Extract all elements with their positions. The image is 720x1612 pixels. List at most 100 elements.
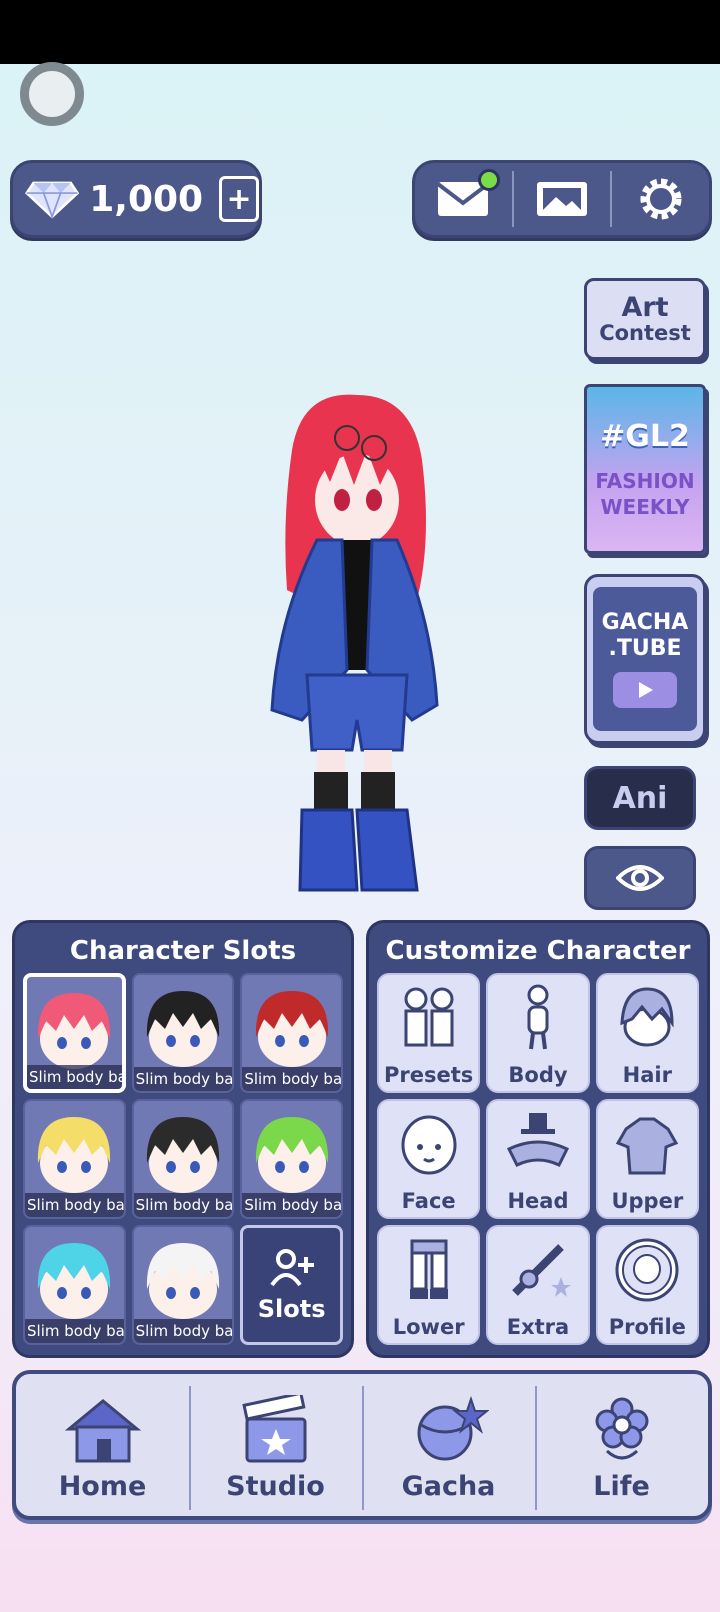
character-face-icon [38, 993, 111, 1069]
add-slots-label: Slots [257, 1295, 326, 1323]
character-slot[interactable]: Slim body bas [131, 1099, 235, 1219]
character-face-icon [255, 1117, 328, 1193]
video-add-icon[interactable]: + [219, 176, 259, 222]
slot-label: Slim body bas [242, 1067, 341, 1091]
lower-icon [409, 1239, 448, 1299]
icon-part [633, 1254, 662, 1284]
customize-title: Customize Character [385, 936, 691, 966]
status-bar [0, 0, 720, 64]
customize-extra[interactable]: Extra [486, 1225, 590, 1345]
nav-life[interactable]: Life [535, 1374, 708, 1516]
icon-part [416, 1144, 423, 1150]
character-slot[interactable]: Slim body bas [131, 1225, 235, 1345]
customize-grid: Presets Body Hair Face Head Upper Lower Extra Pr… [375, 973, 701, 1345]
nav-gacha-label: Gacha [401, 1471, 496, 1502]
character-slots-panel: Character Slots Slim body basSlim body b… [12, 920, 354, 1358]
character-face-icon [38, 1117, 111, 1193]
face-icon [401, 1115, 457, 1175]
icon-part [430, 1251, 448, 1291]
extra-icon [512, 1244, 571, 1297]
customize-head[interactable]: Head [486, 1099, 590, 1219]
character-preview[interactable] [262, 390, 452, 920]
head-icon [506, 1113, 570, 1167]
icon-part [527, 984, 549, 1006]
icon-part [520, 1129, 555, 1134]
customize-label: Lower [392, 1315, 465, 1339]
face-part [189, 1035, 200, 1047]
mail-button[interactable] [415, 163, 512, 235]
currency-amount: 1,000 [89, 178, 204, 220]
character-slot[interactable]: Slim body bas [240, 1099, 343, 1219]
gacha-tube-line2: .TUBE [608, 636, 682, 661]
face-part [165, 1287, 176, 1299]
customize-hair[interactable]: Hair [595, 973, 699, 1093]
screen-record-button[interactable] [20, 62, 84, 126]
nav-home[interactable]: Home [16, 1374, 189, 1516]
icon-part [528, 1032, 535, 1050]
customize-lower[interactable]: Lower [377, 1225, 481, 1345]
face-part [165, 1161, 176, 1173]
add-slots-button[interactable]: Slots [240, 1225, 343, 1345]
profile-icon [615, 1238, 679, 1302]
customize-presets[interactable]: Presets [377, 973, 481, 1093]
face-part [57, 1037, 68, 1049]
slot-label: Slim body bas [133, 1067, 233, 1091]
gacha-tube-screen: GACHA .TUBE [593, 587, 697, 731]
icon-part [506, 1140, 570, 1167]
icon-part [528, 1113, 547, 1129]
gl2-tag: #GL2 [600, 418, 690, 454]
customize-upper[interactable]: Upper [595, 1099, 699, 1219]
visibility-button[interactable] [584, 846, 696, 910]
customize-label: Face [401, 1189, 456, 1213]
icon-part [527, 1005, 549, 1035]
character-slot[interactable]: Slim body bas [23, 973, 126, 1093]
bottom-navigation: Home Studio Gacha Life [12, 1370, 712, 1520]
settings-button[interactable] [612, 163, 709, 235]
icon-part [616, 1117, 679, 1175]
icon-part [540, 1032, 547, 1050]
nav-gacha[interactable]: Gacha [362, 1374, 535, 1516]
nav-studio[interactable]: Studio [189, 1374, 362, 1516]
character-slots-title: Character Slots [69, 936, 297, 966]
gallery-icon [537, 182, 587, 216]
top-right-toolbar [412, 160, 712, 238]
character-slot[interactable]: Slim body bas [23, 1099, 126, 1219]
customize-body[interactable]: Body [486, 973, 590, 1093]
character-face-icon [146, 1243, 220, 1319]
character-slot[interactable]: Slim body bas [23, 1225, 126, 1345]
icon-part [429, 1289, 448, 1299]
add-user-icon [270, 1249, 314, 1287]
character-slot[interactable]: Slim body bas [131, 973, 235, 1093]
upper-icon [616, 1117, 679, 1175]
art-contest-label: Art [621, 291, 669, 323]
icon-part [519, 1269, 539, 1289]
face-part [57, 1287, 68, 1299]
hair-icon [620, 987, 674, 1047]
play-icon [613, 672, 677, 709]
diamond-icon [25, 181, 80, 220]
face-part [165, 1035, 176, 1047]
gallery-button[interactable] [514, 163, 611, 235]
customize-face[interactable]: Face [377, 1099, 481, 1219]
art-contest-button[interactable]: Art Contest [584, 278, 706, 360]
icon-part [404, 987, 428, 1011]
gl2-line2: WEEKLY [600, 494, 690, 519]
customize-character-panel: Customize Character Presets Body Hair Face H… [366, 920, 710, 1358]
gl2-fashion-weekly-button[interactable]: #GL2 FASHION WEEKLY [584, 384, 706, 554]
customize-label: Presets [384, 1063, 474, 1087]
character-slot[interactable]: Slim body bas [240, 973, 343, 1093]
ani-button[interactable]: Ani [584, 766, 696, 830]
slot-label: Slim body bas [242, 1193, 341, 1217]
face-part [189, 1287, 200, 1299]
icon-part [434, 1144, 441, 1150]
gacha-tube-button[interactable]: GACHA .TUBE [584, 574, 706, 744]
customize-profile[interactable]: Profile [595, 1225, 699, 1345]
face-part [81, 1037, 92, 1049]
customize-label: Hair [622, 1063, 672, 1087]
gear-icon [640, 178, 682, 220]
customize-label: Body [508, 1063, 568, 1087]
art-contest-sublabel: Contest [599, 321, 691, 346]
nav-studio-label: Studio [226, 1471, 325, 1502]
icon-part [404, 1009, 428, 1047]
house-icon [64, 1399, 141, 1463]
